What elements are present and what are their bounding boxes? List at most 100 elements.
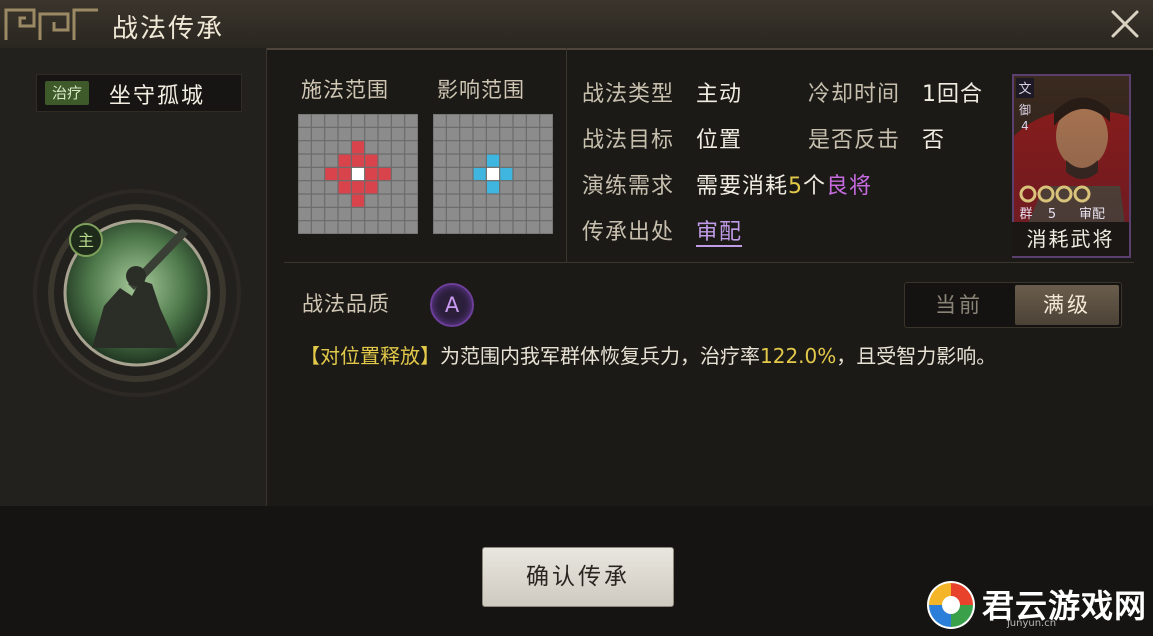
requirement-prefix: 需要消耗 (696, 174, 789, 199)
effect-range-cell (540, 207, 553, 221)
cast-range-cell (311, 181, 325, 194)
effect-range-cell (486, 154, 500, 167)
divider-vertical (566, 48, 567, 262)
effect-range-cell (473, 154, 486, 167)
effect-range-cell (446, 194, 460, 207)
effect-range-cell (526, 114, 540, 127)
max-level-tab[interactable]: 满级 (1015, 285, 1119, 325)
description-part1: 为范围内我军群体恢复兵力，治疗率 (440, 344, 760, 368)
cast-range-cell (338, 194, 351, 207)
cast-range-cell (405, 127, 418, 141)
cast-range-cell (405, 167, 418, 181)
effect-range-cell (433, 167, 446, 181)
cast-range-cell (405, 154, 418, 167)
effect-range-cell (486, 194, 500, 207)
effect-range-cell (540, 194, 553, 207)
effect-range-cell (433, 127, 446, 141)
cast-range-cell (298, 194, 311, 207)
cast-range-cell (311, 221, 325, 234)
skill-tag: 治疗 坐守孤城 (36, 74, 242, 112)
cast-range-cell (298, 127, 311, 141)
effect-range-cell (513, 127, 526, 141)
cast-range-cell (338, 114, 351, 127)
cast-range-cell (365, 167, 378, 181)
counter-row: 是否反击 否 (808, 122, 945, 154)
skill-panel: 治疗 坐守孤城 主 (0, 48, 267, 506)
cast-range-cell (351, 114, 365, 127)
cast-range-cell (378, 141, 391, 154)
cast-range-cell (405, 141, 418, 154)
effect-range-cell (500, 154, 513, 167)
effect-range-cell (446, 154, 460, 167)
effect-range-cell (526, 194, 540, 207)
effect-range-cell (526, 154, 540, 167)
effect-range-cell (486, 207, 500, 221)
effect-range-cell (526, 127, 540, 141)
primary-badge-text: 主 (78, 231, 94, 250)
effect-range-cell (473, 127, 486, 141)
effect-range-cell (460, 207, 473, 221)
skill-description: 【对位置释放】为范围内我军群体恢复兵力，治疗率122.0%，且受智力影响。 (300, 340, 1120, 372)
cast-range-cell (365, 221, 378, 234)
watermark-logo-icon (927, 581, 975, 629)
source-label: 传承出处 (582, 220, 675, 245)
cast-range-cell (378, 127, 391, 141)
effect-range-cell (460, 167, 473, 181)
cast-range-cell (365, 207, 378, 221)
cast-range-cell (325, 127, 338, 141)
source-row: 传承出处 审配 (582, 214, 742, 246)
cast-range-cell (378, 154, 391, 167)
cast-range-cell (351, 127, 365, 141)
cast-range-cell (378, 207, 391, 221)
title-ornament-icon (4, 8, 98, 40)
cooldown-row: 冷却时间 1回合 (808, 76, 983, 108)
cast-range-cell (405, 181, 418, 194)
cast-range-cell (338, 154, 351, 167)
cast-range-cell (391, 141, 405, 154)
effect-range-cell (500, 181, 513, 194)
cast-range-cell (378, 114, 391, 127)
effect-range-cell (473, 207, 486, 221)
counter-value: 否 (922, 128, 946, 153)
effect-range-cell (473, 167, 486, 181)
effect-range-cell (526, 167, 540, 181)
counter-label: 是否反击 (808, 128, 901, 153)
effect-range-cell (526, 221, 540, 234)
cast-range-cell (325, 141, 338, 154)
current-level-tab[interactable]: 当前 (907, 285, 1011, 325)
skill-target-value: 位置 (696, 128, 743, 153)
cooldown-label: 冷却时间 (808, 82, 901, 107)
close-icon[interactable] (1107, 6, 1143, 42)
heal-rate: 122.0% (760, 344, 837, 368)
window-title: 战法传承 (112, 14, 225, 44)
effect-range-cell (500, 141, 513, 154)
cast-range-cell (325, 114, 338, 127)
cast-range-cell (338, 181, 351, 194)
cast-range-cell (311, 114, 325, 127)
cast-range-cell (365, 154, 378, 167)
cast-range-cell (405, 114, 418, 127)
effect-range-cell (486, 167, 500, 181)
cast-range-cell (391, 114, 405, 127)
cast-range-cell (391, 127, 405, 141)
cast-range-cell (338, 127, 351, 141)
cast-range-cell (391, 194, 405, 207)
card-sub-tag: 御 (1019, 102, 1031, 117)
effect-range-cell (460, 221, 473, 234)
effect-range-cell (446, 167, 460, 181)
confirm-inherit-button[interactable]: 确认传承 (482, 547, 674, 607)
source-general-link[interactable]: 审配 (696, 220, 742, 245)
cast-range-cell (351, 207, 365, 221)
cast-range-cell (365, 127, 378, 141)
cast-range-cell (298, 154, 311, 167)
cast-range-cell (351, 154, 365, 167)
requirement-row: 演练需求 需要消耗5个良将 (582, 168, 872, 200)
effect-range-cell (446, 207, 460, 221)
effect-range-cell (433, 154, 446, 167)
effect-range-cell (473, 141, 486, 154)
cast-range-cell (405, 221, 418, 234)
cast-range-cell (325, 167, 338, 181)
effect-range-cell (486, 127, 500, 141)
effect-range-cell (513, 154, 526, 167)
skill-name: 坐守孤城 (109, 84, 206, 109)
